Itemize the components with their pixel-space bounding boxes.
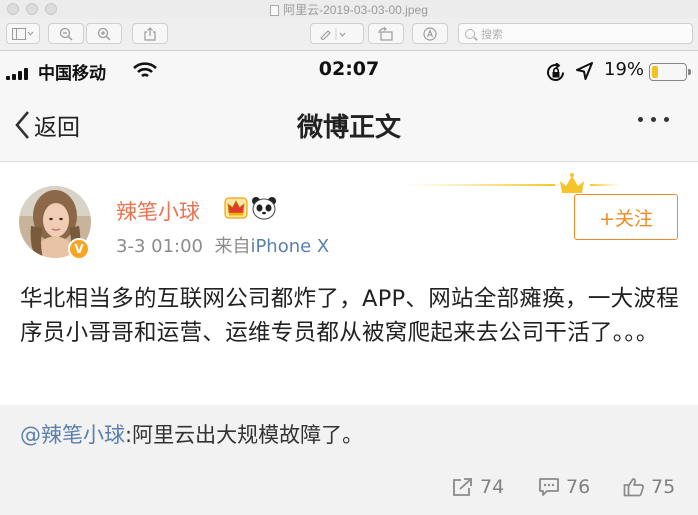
sidebar-icon	[12, 27, 34, 40]
like-count: 75	[651, 476, 676, 498]
window-title: 阿里云-2019-03-03-00.jpeg	[0, 1, 698, 18]
sidebar-toggle-button[interactable]	[6, 23, 40, 44]
comment-count-button[interactable]: 76	[538, 476, 590, 498]
follow-button[interactable]: +关注	[574, 194, 678, 240]
repost-section: @辣笔小球:阿里云出大规模故障了。 74 76 75	[0, 405, 698, 515]
source-prefix: 来自	[214, 236, 251, 257]
markup-toolbar-button[interactable]	[412, 23, 448, 44]
battery-fill	[652, 66, 658, 78]
search-icon	[465, 28, 475, 39]
markup-icon	[423, 26, 437, 41]
zoom-out-icon	[59, 27, 73, 41]
window-titlebar: 阿里云-2019-03-03-00.jpeg	[0, 0, 698, 19]
rotate-icon	[378, 26, 393, 41]
page-title: 微博正文	[296, 113, 401, 143]
pen-icon	[320, 27, 346, 40]
comment-icon	[539, 478, 559, 496]
verified-badge: V	[68, 238, 90, 260]
document-icon	[270, 5, 280, 16]
post-source[interactable]: iPhone X	[250, 236, 329, 257]
comment-count: 76	[566, 476, 591, 498]
thumbs-up-icon	[623, 478, 644, 497]
search-field[interactable]: 搜索	[458, 23, 693, 44]
zoom-out-button[interactable]	[48, 23, 84, 44]
repost-content: @辣笔小球:阿里云出大规模故障了。	[20, 419, 363, 449]
status-time: 02:07	[318, 58, 380, 80]
panda-badge-icon	[252, 197, 276, 220]
more-options-button[interactable]	[638, 117, 669, 122]
zoom-in-button[interactable]	[86, 23, 122, 44]
post-body-text: 华北相当多的互联网公司都炸了，APP、网站全部瘫痪，一大波程序员小哥哥和运营、运…	[20, 286, 680, 346]
battery-percentage: 19%	[604, 59, 645, 80]
share-icon	[144, 26, 156, 41]
navigation-bar: 返回 微博正文	[0, 89, 698, 162]
crown-badge-icon	[224, 197, 248, 219]
username[interactable]: 辣笔小球	[116, 196, 200, 226]
zoom-in-icon	[97, 27, 111, 41]
rotation-lock-icon	[547, 63, 564, 81]
repost-mention-link[interactable]: @辣笔小球	[20, 423, 125, 447]
preview-toolbar: 搜索	[0, 18, 698, 51]
ios-status-bar: 中国移动 02:07 19%	[0, 51, 698, 89]
repost-text: :阿里云出大规模故障了。	[125, 423, 364, 447]
weibo-post: V 辣笔小球 3-3 01:00 来自iPhone X +关注 华北相当多的互联…	[0, 162, 698, 405]
markup-pen-button[interactable]	[310, 23, 364, 44]
search-placeholder: 搜索	[481, 27, 503, 41]
repost-count-button[interactable]: 74	[452, 476, 504, 498]
location-arrow-icon	[576, 62, 593, 80]
battery-icon	[649, 63, 691, 81]
share-button[interactable]	[132, 23, 168, 44]
rotate-button[interactable]	[368, 23, 404, 44]
share-arrow-icon	[453, 478, 472, 496]
repost-count: 74	[480, 476, 505, 498]
like-count-button[interactable]: 75	[623, 476, 675, 498]
post-timestamp: 3-3 01:00	[116, 236, 203, 257]
post-meta: 3-3 01:00 来自iPhone X	[116, 232, 329, 258]
